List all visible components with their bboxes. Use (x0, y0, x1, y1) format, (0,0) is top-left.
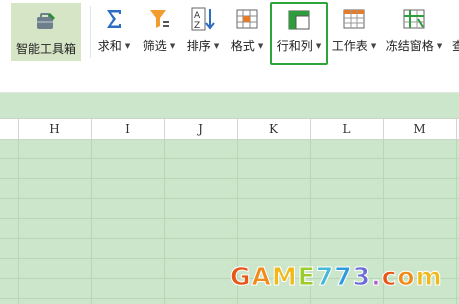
column-header-m[interactable]: M (383, 119, 456, 139)
filter-button[interactable]: 筛选 ▼ (140, 0, 178, 62)
column-header-row: H I J K L M (0, 118, 459, 140)
worksheet-button[interactable]: 工作表 ▼ (330, 0, 378, 62)
row-line (0, 298, 459, 299)
find-button[interactable]: 查 (448, 0, 459, 62)
worksheet-label: 工作表 (331, 39, 368, 53)
format-label: 格式 (230, 39, 255, 53)
chevron-down-icon: ▼ (257, 41, 264, 50)
row-line (0, 238, 459, 239)
sort-button[interactable]: A Z 排序 ▼ (184, 0, 222, 62)
column-header-h[interactable]: H (18, 119, 91, 139)
freeze-panes-icon (399, 5, 429, 33)
worksheet-icon (339, 5, 369, 33)
row-line (0, 178, 459, 179)
watermark-logo: GAME773.com (230, 262, 443, 292)
filter-label: 筛选 (142, 39, 167, 53)
row-line (0, 218, 459, 219)
chevron-down-icon: ▼ (169, 41, 176, 50)
column-divider (456, 119, 457, 139)
sort-az-icon: A Z (188, 5, 218, 33)
row-line (0, 158, 459, 159)
freeze-panes-button[interactable]: 冻结窗格 ▼ (384, 0, 444, 62)
freeze-panes-label: 冻结窗格 (385, 39, 434, 53)
highlight-frame (270, 2, 328, 65)
chevron-down-icon: ▼ (124, 41, 131, 50)
column-line (18, 140, 19, 304)
column-header-k[interactable]: K (237, 119, 310, 139)
find-icon (448, 5, 459, 33)
chevron-down-icon: ▼ (370, 41, 377, 50)
chevron-down-icon: ▼ (436, 41, 443, 50)
row-line (0, 198, 459, 199)
sigma-icon (99, 5, 129, 33)
column-line (91, 140, 92, 304)
sum-button[interactable]: 求和 ▼ (95, 0, 133, 62)
smart-toolbox-button[interactable]: 智能工具箱 (11, 3, 81, 61)
sum-label: 求和 (97, 39, 122, 53)
column-header-i[interactable]: I (91, 119, 164, 139)
column-header-l[interactable]: L (310, 119, 383, 139)
funnel-icon (144, 5, 174, 33)
smart-toolbox-label: 智能工具箱 (15, 42, 76, 56)
sort-label: 排序 (186, 39, 211, 53)
ribbon-divider (90, 6, 91, 58)
column-line (164, 140, 165, 304)
formula-bar-area (0, 92, 459, 119)
svg-text:Z: Z (194, 21, 200, 31)
find-label: 查 (451, 39, 459, 53)
svg-text:A: A (194, 11, 201, 21)
format-button[interactable]: 格式 ▼ (228, 0, 266, 62)
cell-format-icon (232, 5, 262, 33)
row-line (0, 258, 459, 259)
ribbon-toolbar: 智能工具箱 求和 ▼ 筛选 ▼ A Z 排序 ▼ 格式 ▼ 行和列 ▼ 工作表 … (0, 0, 459, 92)
chevron-down-icon: ▼ (213, 41, 220, 50)
toolbox-icon (31, 7, 61, 35)
column-line (456, 140, 457, 304)
column-header-j[interactable]: J (164, 119, 237, 139)
